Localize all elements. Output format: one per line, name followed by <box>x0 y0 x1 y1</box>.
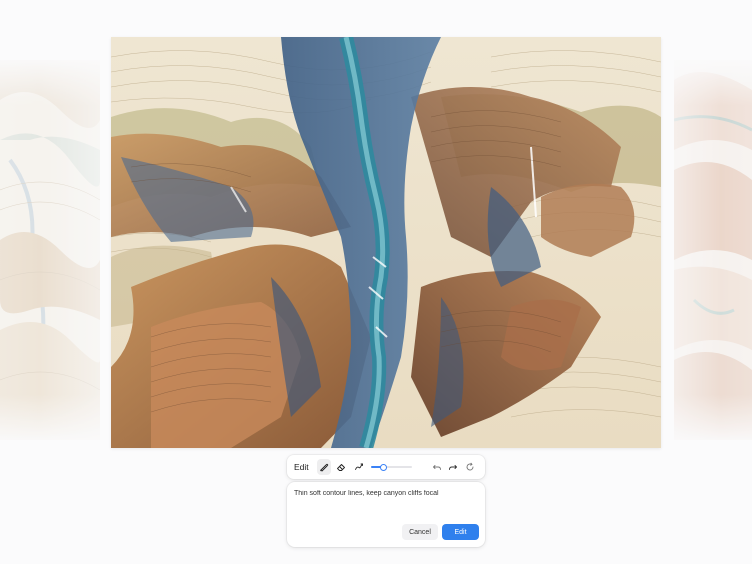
edit-submit-button[interactable]: Edit <box>442 524 479 540</box>
canyon-illustration[interactable] <box>111 37 661 448</box>
slider-handle[interactable] <box>379 464 387 471</box>
image-editor-canvas: Edit Thin soft contour lines, keep canyo… <box>0 0 752 564</box>
canyon-artwork <box>111 37 661 448</box>
lasso-icon <box>354 463 363 470</box>
edit-prompt-input[interactable]: Thin soft contour lines, keep canyon cli… <box>294 490 478 510</box>
next-image-thumbnail[interactable] <box>673 60 752 440</box>
redo-icon <box>449 465 458 470</box>
reset-button[interactable] <box>463 459 477 475</box>
eraser-icon <box>337 464 346 471</box>
redo-button[interactable] <box>446 459 460 475</box>
undo-icon <box>433 465 442 470</box>
edit-prompt-panel: Thin soft contour lines, keep canyon cli… <box>287 482 485 547</box>
brush-size-slider[interactable] <box>370 459 412 475</box>
undo-button[interactable] <box>430 459 444 475</box>
brush-tool-button[interactable] <box>316 459 331 475</box>
refresh-icon <box>466 462 474 471</box>
brush-icon <box>319 463 329 472</box>
lasso-tool-button[interactable] <box>351 459 365 475</box>
edit-toolbar: Edit <box>287 455 485 479</box>
previous-image-thumbnail[interactable] <box>0 60 101 440</box>
edit-mode-label: Edit <box>294 462 309 472</box>
eraser-tool-button[interactable] <box>334 459 348 475</box>
cancel-button[interactable]: Cancel <box>402 524 438 540</box>
